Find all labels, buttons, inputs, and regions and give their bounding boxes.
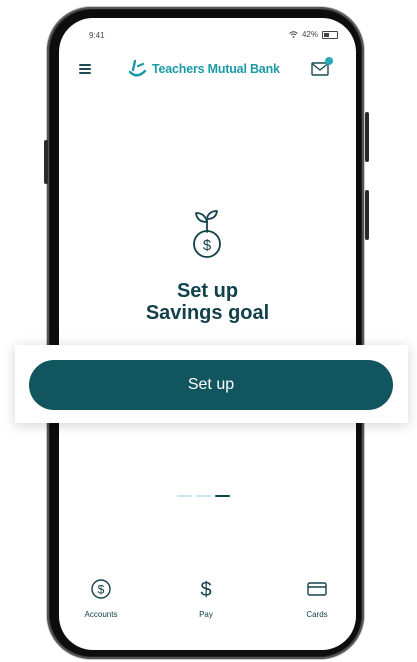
carousel-dot[interactable] — [196, 495, 211, 497]
card-icon — [307, 582, 327, 596]
wifi-icon — [289, 31, 298, 38]
mail-icon[interactable] — [311, 57, 333, 78]
tab-label: Cards — [306, 610, 328, 619]
dollar-sign-icon: $ — [200, 579, 211, 601]
carousel-dot[interactable] — [177, 495, 192, 497]
carousel-dot-active[interactable] — [215, 495, 230, 497]
svg-text:$: $ — [200, 579, 211, 600]
power-button — [44, 140, 48, 184]
battery-percentage: 42% — [301, 30, 318, 39]
title-line-1: Set up — [176, 280, 239, 302]
status-right-group: 42% — [289, 30, 338, 39]
bottom-tab-bar: $ Accounts $ Pay Cards — [59, 578, 356, 628]
page-title: Set up Savings goal — [59, 280, 356, 324]
title-line-2: Savings goal — [145, 302, 270, 324]
volume-down-button — [365, 190, 369, 240]
hamburger-menu-icon[interactable] — [79, 64, 91, 74]
tab-label: Pay — [199, 610, 213, 619]
svg-text:$: $ — [98, 583, 105, 597]
brand-logo: Teachers Mutual Bank — [128, 58, 280, 80]
brand-name: Teachers Mutual Bank — [152, 62, 280, 76]
dollar-circle-icon: $ — [91, 579, 111, 599]
tab-accounts[interactable]: $ Accounts — [71, 578, 131, 619]
carousel-indicator — [177, 495, 230, 497]
svg-text:$: $ — [203, 237, 212, 254]
status-time: 9:41 — [89, 31, 105, 40]
phone-screen: 9:41 42% Teachers Mutual Bank $ Set up S… — [59, 18, 356, 650]
brand-mark-icon — [128, 59, 147, 77]
battery-icon — [322, 30, 338, 39]
volume-up-button — [365, 112, 369, 162]
app-header: Teachers Mutual Bank — [59, 56, 356, 86]
status-bar: 9:41 42% — [59, 18, 356, 46]
tab-label: Accounts — [84, 610, 118, 619]
tab-cards[interactable]: Cards — [287, 578, 347, 619]
money-plant-icon: $ — [189, 208, 225, 265]
notification-badge — [325, 57, 333, 65]
tab-pay[interactable]: $ Pay — [176, 578, 236, 619]
setup-button[interactable]: Set up — [29, 360, 393, 410]
